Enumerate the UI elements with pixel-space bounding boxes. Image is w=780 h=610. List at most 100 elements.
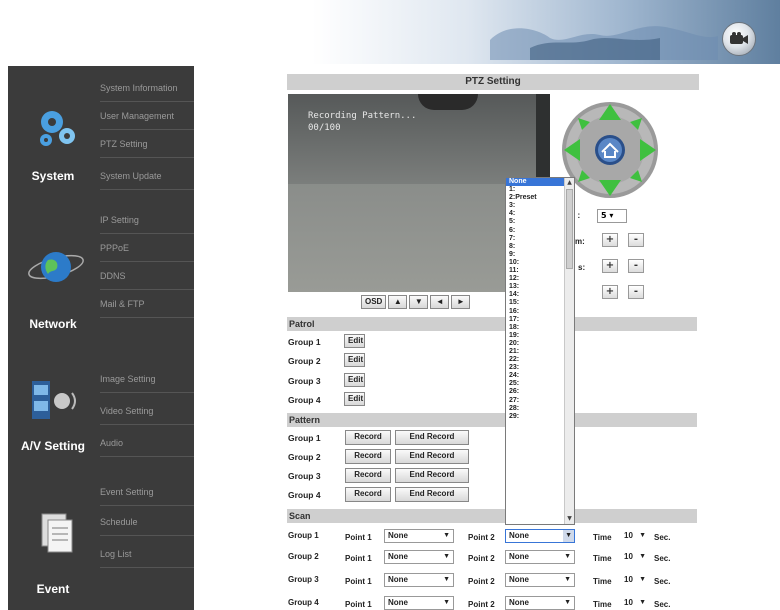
scan-group-1-time-select[interactable]: 10 ▼ [620, 529, 650, 543]
pan-left-button[interactable]: ◄ [430, 295, 450, 309]
menu-log-list[interactable]: Log List [100, 540, 194, 568]
ptz-joystick[interactable] [560, 100, 660, 200]
scan-group-2-point1-label: Point 1 [345, 554, 372, 563]
scan-group-1-point2-select[interactable]: None ▼ [505, 529, 575, 543]
speed-select[interactable]: 5 ▾ [597, 209, 627, 223]
pattern-group-1-record-button[interactable]: Record [345, 430, 391, 445]
chevron-down-icon: ▼ [564, 576, 571, 583]
tilt-down-button[interactable]: ▼ [409, 295, 429, 309]
tilt-up-button[interactable]: ▲ [388, 295, 408, 309]
pattern-group-4-end-record-button[interactable]: End Record [395, 487, 469, 502]
patrol-group-4-edit-button[interactable]: Edit [344, 392, 365, 406]
chevron-down-icon: ▼ [443, 553, 450, 560]
select-value: None [509, 598, 529, 607]
menu-video-setting[interactable]: Video Setting [100, 397, 194, 425]
select-value: 10 [624, 552, 633, 561]
video-wall [288, 94, 550, 184]
select-value: None [509, 531, 529, 540]
film-speaker-icon [32, 381, 76, 419]
section-label-system: System [31, 169, 75, 183]
iris-plus-button[interactable]: + [602, 285, 618, 299]
select-value: 10 [624, 575, 633, 584]
focus-label: s: [578, 263, 586, 272]
iris-minus-button[interactable]: - [628, 285, 644, 299]
scan-group-3-point2-label: Point 2 [468, 577, 495, 586]
scan-group-2-point2-select[interactable]: None ▼ [505, 550, 575, 564]
chevron-down-icon: ▼ [443, 576, 450, 583]
menu-ip-setting[interactable]: IP Setting [100, 206, 194, 234]
section-label-network: Network [29, 317, 77, 331]
zoom-plus-button[interactable]: + [602, 233, 618, 247]
scan-group-2-time-label: Time [593, 554, 612, 563]
menu-event-setting[interactable]: Event Setting [100, 478, 194, 506]
pattern-group-3-record-button[interactable]: Record [345, 468, 391, 483]
pattern-group-3-end-record-button[interactable]: End Record [395, 468, 469, 483]
scan-group-3-time-label: Time [593, 577, 612, 586]
scan-group-4-time-label: Time [593, 600, 612, 609]
menu-system-information[interactable]: System Information [100, 74, 194, 102]
scan-group-4-label: Group 4 [288, 598, 319, 607]
scroll-thumb[interactable] [566, 189, 573, 269]
scan-group-4-point2-select[interactable]: None ▼ [505, 596, 575, 610]
pattern-group-4-record-button[interactable]: Record [345, 487, 391, 502]
section-label-av-setting: A/V Setting [20, 439, 85, 453]
preset-dropdown-list[interactable]: None 1: 2:Preset 3: 4: 5: 6: 7: 8: 9: 10: 11: 12: 13:… [505, 177, 575, 525]
select-value: 10 [624, 531, 633, 540]
scan-group-4-point1-select[interactable]: None ▼ [384, 596, 454, 610]
patrol-group-2-label: Group 2 [288, 356, 321, 366]
scan-group-2-sec-label: Sec. [654, 554, 671, 563]
scan-group-2-point1-select[interactable]: None ▼ [384, 550, 454, 564]
sidebar-section-system: System System Information User Managemen… [8, 66, 194, 202]
menu-ptz-setting[interactable]: PTZ Setting [100, 130, 194, 158]
patrol-group-1-edit-button[interactable]: Edit [344, 334, 365, 348]
pan-right-button[interactable]: ► [451, 295, 471, 309]
menu-ddns[interactable]: DDNS [100, 262, 194, 290]
select-value: 10 [624, 598, 633, 607]
scan-group-4-sec-label: Sec. [654, 600, 671, 609]
pattern-group-2-record-button[interactable]: Record [345, 449, 391, 464]
menu-image-setting[interactable]: Image Setting [100, 365, 194, 393]
pattern-group-2-end-record-button[interactable]: End Record [395, 449, 469, 464]
menu-system-update[interactable]: System Update [100, 162, 194, 190]
select-value: None [388, 598, 408, 607]
scan-group-3-time-select[interactable]: 10 ▼ [620, 573, 650, 587]
scan-group-3-point1-select[interactable]: None ▼ [384, 573, 454, 587]
zoom-minus-button[interactable]: - [628, 233, 644, 247]
page-title: PTZ Setting [287, 74, 699, 90]
scan-group-4-time-select[interactable]: 10 ▼ [620, 596, 650, 610]
chevron-down-icon: ▼ [639, 599, 646, 606]
select-value: None [509, 575, 529, 584]
patrol-group-3-edit-button[interactable]: Edit [344, 373, 365, 387]
app-header [0, 0, 780, 64]
pattern-header: Pattern [287, 413, 697, 427]
menu-mail-ftp[interactable]: Mail & FTP [100, 290, 194, 318]
sidebar-section-av-setting: A/V Setting Image Setting Video Setting … [8, 341, 194, 466]
focus-plus-button[interactable]: + [602, 259, 618, 273]
gears-icon [40, 111, 75, 146]
osd-button[interactable]: OSD [361, 295, 387, 309]
patrol-group-2-edit-button[interactable]: Edit [344, 353, 365, 367]
scan-group-2-label: Group 2 [288, 552, 319, 561]
camera-icon[interactable] [722, 22, 756, 56]
menu-schedule[interactable]: Schedule [100, 508, 194, 536]
scan-group-3-sec-label: Sec. [654, 577, 671, 586]
scan-group-3-point1-label: Point 1 [345, 577, 372, 586]
zoom-label: m: [575, 237, 585, 246]
sidebar-section-event: Event Event Setting Schedule Log List [8, 470, 194, 610]
menu-audio[interactable]: Audio [100, 429, 194, 457]
scan-group-2-time-select[interactable]: 10 ▼ [620, 550, 650, 564]
menu-user-management[interactable]: User Management [100, 102, 194, 130]
pattern-group-3-label: Group 3 [288, 471, 321, 481]
pattern-group-1-end-record-button[interactable]: End Record [395, 430, 469, 445]
sidebar: System System Information User Managemen… [8, 66, 194, 610]
scroll-down-icon[interactable]: ▼ [565, 514, 574, 524]
scan-group-3-point2-select[interactable]: None ▼ [505, 573, 575, 587]
focus-minus-button[interactable]: - [628, 259, 644, 273]
menu-pppoe[interactable]: PPPoE [100, 234, 194, 262]
patrol-group-4-label: Group 4 [288, 395, 321, 405]
select-value: None [388, 575, 408, 584]
dropdown-scrollbar[interactable]: ▲ ▼ [564, 178, 574, 524]
scan-group-1-point1-select[interactable]: None ▼ [384, 529, 454, 543]
scroll-up-icon[interactable]: ▲ [565, 178, 574, 188]
scan-group-3-label: Group 3 [288, 575, 319, 584]
